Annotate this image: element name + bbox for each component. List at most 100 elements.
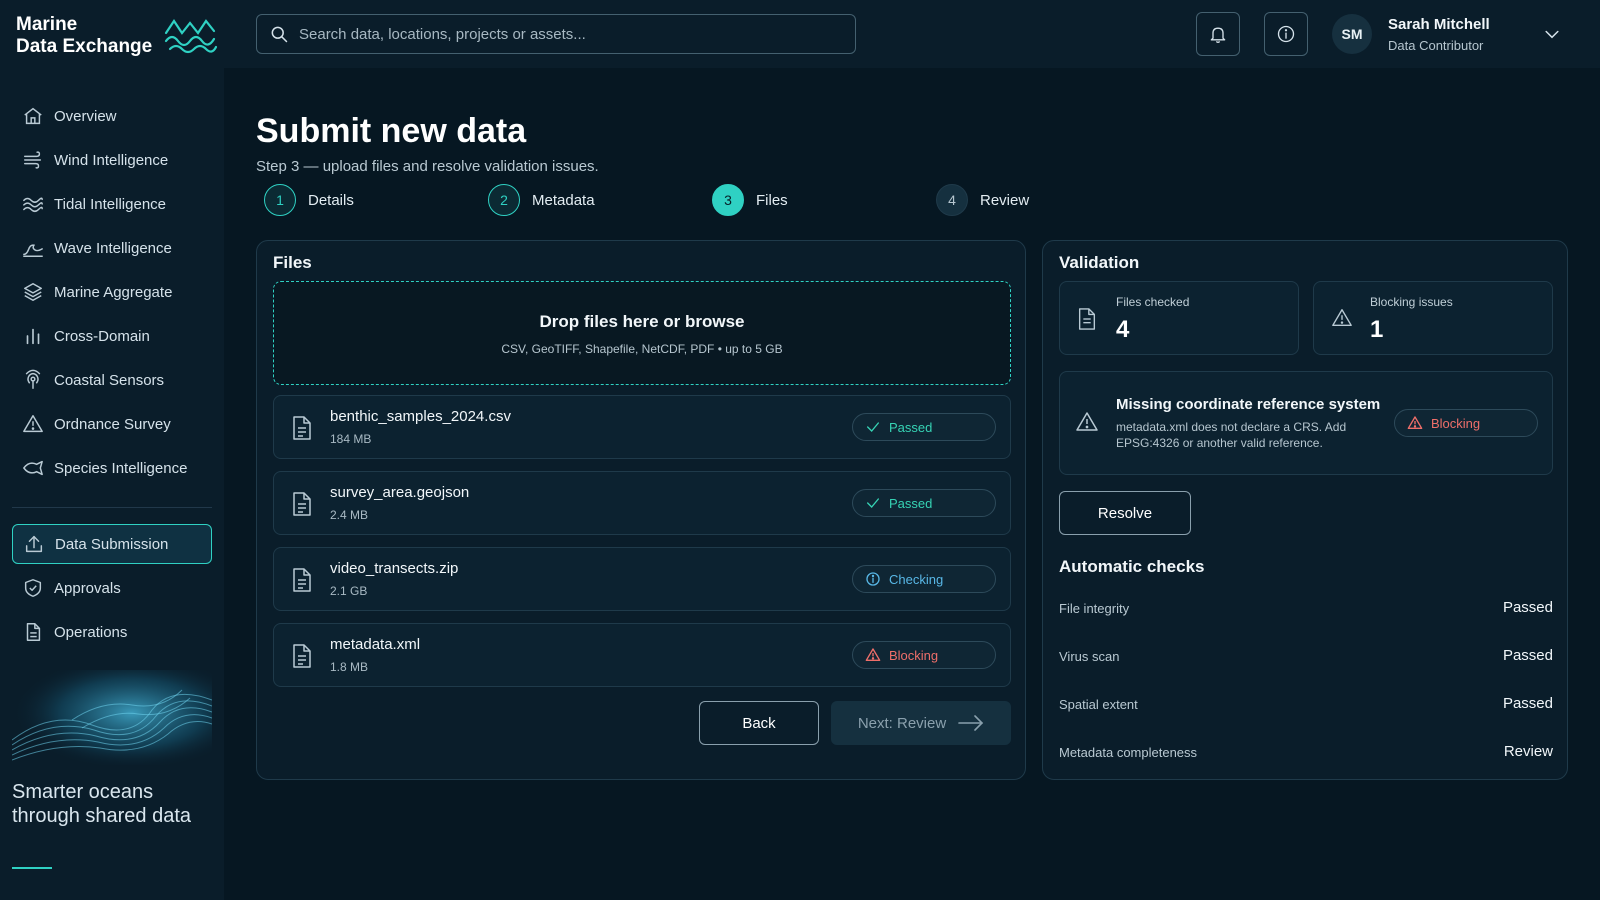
- next-review-button[interactable]: Next: Review: [831, 701, 1011, 745]
- warning-icon: [865, 648, 881, 661]
- sidebar-item-label: Data Submission: [55, 535, 169, 553]
- stat-label: Files checked: [1116, 295, 1190, 309]
- back-button[interactable]: Back: [699, 701, 819, 745]
- file-size: 2.1 GB: [330, 584, 368, 598]
- sidebar-item-approvals[interactable]: Approvals: [12, 568, 212, 608]
- sidebar-nav: Overview Wind Intelligence Tidal Intelli…: [12, 96, 212, 492]
- upload-icon: [25, 535, 43, 553]
- status-text: Checking: [889, 571, 944, 587]
- warning-icon: [1407, 416, 1423, 429]
- check-name: File integrity: [1059, 601, 1130, 616]
- search-input[interactable]: [299, 25, 855, 43]
- files-checked-stat: Files checked 4: [1059, 281, 1299, 355]
- user-menu-chevron[interactable]: [1542, 24, 1562, 44]
- step-label: Review: [980, 191, 1030, 209]
- notifications-button[interactable]: [1196, 12, 1240, 56]
- status-text: Blocking: [1431, 415, 1481, 431]
- sidebar-item-label: Overview: [54, 107, 117, 125]
- home-icon: [24, 107, 42, 125]
- sidebar-item-label: Species Intelligence: [54, 459, 188, 477]
- arrow-right-icon: [958, 715, 984, 731]
- avatar[interactable]: SM: [1332, 14, 1372, 54]
- document-icon: [26, 623, 41, 641]
- sidebar-item-label: Tidal Intelligence: [54, 195, 167, 213]
- sidebar-item-ordnance-survey[interactable]: Ordnance Survey: [12, 404, 212, 444]
- blocking-issues-stat: Blocking issues 1: [1313, 281, 1553, 355]
- sidebar-item-label: Ordnance Survey: [54, 415, 171, 433]
- chevron-down-icon: [1545, 30, 1559, 39]
- search-box[interactable]: [256, 14, 856, 54]
- file-row[interactable]: benthic_samples_2024.csv 184 MB Passed: [273, 395, 1011, 459]
- file-size: 184 MB: [330, 432, 372, 446]
- sidebar-item-operations[interactable]: Operations: [12, 612, 212, 652]
- validation-issue[interactable]: Missing coordinate reference system meta…: [1059, 371, 1553, 475]
- sidebar-item-marine-aggregate[interactable]: Marine Aggregate: [12, 272, 212, 312]
- sidebar-item-cross-domain[interactable]: Cross-Domain: [12, 316, 212, 356]
- files-panel: Files Drop files here or browse CSV, Geo…: [256, 240, 1026, 780]
- check-value: Passed: [1502, 695, 1553, 712]
- sidebar-item-label: Operations: [54, 623, 128, 641]
- sidebar-item-wind[interactable]: Wind Intelligence: [12, 140, 212, 180]
- automatic-checks-title: Automatic checks: [1059, 557, 1205, 576]
- status-text: Passed: [889, 495, 933, 511]
- tagline: Smarter oceans through shared data: [12, 781, 192, 827]
- topbar: SM Sarah Mitchell Data Contributor: [224, 0, 1600, 68]
- check-row: Virus scan Passed: [1059, 647, 1553, 667]
- sidebar-item-wave[interactable]: Wave Intelligence: [12, 228, 212, 268]
- file-dropzone[interactable]: Drop files here or browse CSV, GeoTIFF, …: [273, 281, 1011, 385]
- sidebar-item-data-submission[interactable]: Data Submission: [12, 524, 212, 564]
- check-value: Passed: [1502, 647, 1553, 664]
- document-icon: [1078, 308, 1096, 330]
- bar-chart-icon: [26, 328, 40, 345]
- check-row: Metadata completeness Review: [1059, 743, 1553, 763]
- nav-divider: [12, 507, 212, 508]
- tidal-icon: [23, 197, 43, 213]
- step-review[interactable]: 4 Review: [936, 184, 1029, 216]
- stat-value: 1: [1370, 316, 1384, 343]
- check-value: Passed: [1502, 599, 1553, 616]
- check-value: Review: [1503, 743, 1553, 760]
- wave-logo-icon: [164, 19, 218, 54]
- status-badge: Passed: [852, 489, 996, 517]
- file-row[interactable]: video_transects.zip 2.1 GB Checking: [273, 547, 1011, 611]
- file-name: survey_area.geojson: [330, 484, 470, 501]
- user-name: Sarah Mitchell: [1388, 16, 1490, 33]
- info-button[interactable]: [1264, 12, 1308, 56]
- warning-icon: [1332, 309, 1352, 327]
- check-name: Metadata completeness: [1059, 745, 1198, 760]
- status-badge: Blocking: [852, 641, 996, 669]
- file-icon: [293, 644, 311, 668]
- step-number: 1: [264, 184, 296, 216]
- file-size: 1.8 MB: [330, 660, 369, 674]
- resolve-button[interactable]: Resolve: [1059, 491, 1191, 535]
- sidebar-item-species[interactable]: Species Intelligence: [12, 448, 212, 488]
- file-row[interactable]: metadata.xml 1.8 MB Blocking: [273, 623, 1011, 687]
- sidebar-item-tidal[interactable]: Tidal Intelligence: [12, 184, 212, 224]
- bell-icon: [1210, 27, 1226, 43]
- sidebar-item-label: Wave Intelligence: [54, 239, 172, 257]
- check-row: File integrity Passed: [1059, 599, 1553, 619]
- file-icon: [293, 416, 311, 440]
- dropzone-subtitle: CSV, GeoTIFF, Shapefile, NetCDF, PDF • u…: [501, 342, 783, 356]
- status-text: Blocking: [889, 647, 939, 663]
- step-details[interactable]: 1 Details: [264, 184, 354, 216]
- brand[interactable]: Marine Data Exchange: [16, 14, 218, 58]
- issue-title: Missing coordinate reference system: [1116, 396, 1381, 413]
- sidebar-item-coastal-sensors[interactable]: Coastal Sensors: [12, 360, 212, 400]
- file-row[interactable]: survey_area.geojson 2.4 MB Passed: [273, 471, 1011, 535]
- sidebar: Marine Data Exchange Overview Wind Intel…: [0, 0, 224, 900]
- step-metadata[interactable]: 2 Metadata: [488, 184, 595, 216]
- file-name: video_transects.zip: [330, 560, 459, 577]
- check-icon: [867, 498, 879, 508]
- step-files[interactable]: 3 Files: [712, 184, 788, 216]
- dropzone-title: Drop files here or browse: [539, 312, 745, 331]
- wind-icon: [24, 151, 42, 169]
- files-panel-title: Files: [273, 253, 312, 272]
- step-number: 2: [488, 184, 520, 216]
- status-text: Passed: [889, 419, 933, 435]
- sidebar-item-label: Approvals: [54, 579, 121, 597]
- sidebar-nav-secondary: Data Submission Approvals Operations: [12, 524, 212, 656]
- step-number: 3: [712, 184, 744, 216]
- check-row: Spatial extent Passed: [1059, 695, 1553, 715]
- sidebar-item-overview[interactable]: Overview: [12, 96, 212, 136]
